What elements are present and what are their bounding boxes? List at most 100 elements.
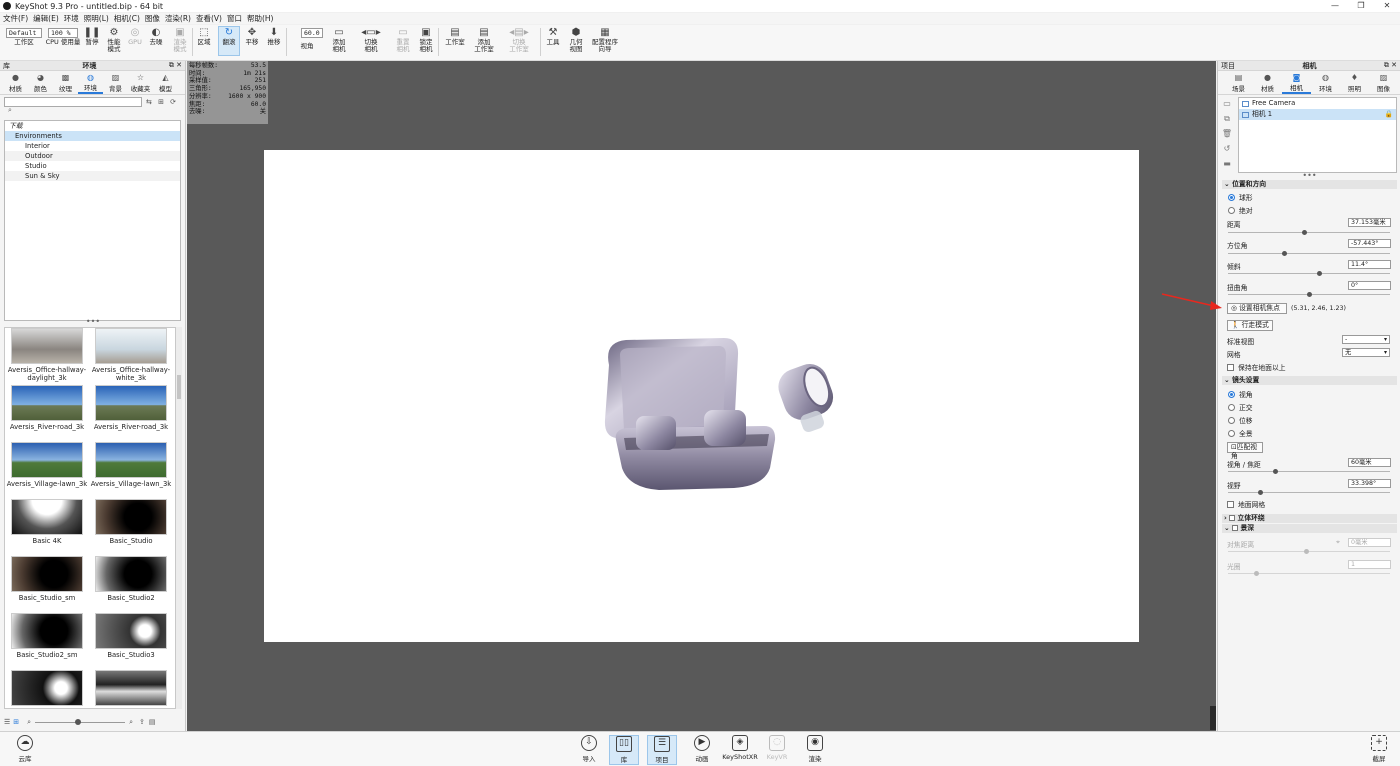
menu-camera[interactable]: 相机(C) [114, 13, 140, 24]
zoom-out-icon[interactable]: ⌕ [27, 718, 31, 727]
workspace-select[interactable]: Default [6, 28, 42, 38]
geometry-view-button[interactable]: ⬢ 几何 视图 [565, 27, 587, 53]
list-view-icon[interactable]: ☰ [4, 718, 10, 726]
focal-length-slider[interactable] [1228, 471, 1390, 472]
render-viewport[interactable]: 每秒帧数: 53.5 时间: 1m 21s 采样值: 251 三角形: 165,950 … [187, 61, 1216, 731]
pause-button[interactable]: ❚❚ 暂停 [81, 27, 103, 46]
restore-button[interactable]: ❐ [1348, 0, 1374, 12]
render-mode-button[interactable]: ▣ 渲染 模式 [169, 27, 191, 53]
menu-image[interactable]: 图像 [145, 13, 160, 24]
mode-spherical-radio[interactable]: 球形 [1228, 192, 1253, 202]
project-button[interactable]: ☰ 项目 [647, 735, 677, 765]
standard-view-dropdown[interactable]: - [1342, 335, 1390, 344]
lens-shift-radio[interactable]: 位移 [1228, 415, 1253, 425]
fov-button[interactable]: 视角 [296, 43, 318, 50]
thumbnail-size-slider[interactable] [35, 718, 126, 725]
grid-view-icon[interactable]: ⊞ [13, 718, 19, 726]
tab-camera[interactable]: ◙ 相机 [1282, 71, 1311, 94]
thumbnail-item[interactable]: Aversis_Office-hallway- white_3k [89, 328, 173, 382]
aperture-slider-knob[interactable] [1254, 571, 1259, 576]
section-position-orientation[interactable]: ⌄ 位置和方向 [1222, 180, 1397, 189]
aperture-slider[interactable] [1228, 573, 1390, 574]
switch-camera-button[interactable]: ◂▭▸ 切换 相机 [360, 27, 382, 53]
thumbnail-item[interactable]: Basic_Studio [89, 499, 173, 545]
reset-camera-button[interactable]: ▭ 重置 相机 [392, 27, 414, 53]
switch-studio-button[interactable]: ◂▤▸ 切换 工作室 [505, 27, 533, 53]
zoom-in-icon[interactable]: ⌕ [129, 718, 133, 727]
configurator-wizard-button[interactable]: ▦ 配置程序 向导 [590, 27, 620, 53]
focus-distance-field[interactable]: 0毫米 [1348, 538, 1391, 547]
focal-length-field[interactable]: 60毫米 [1348, 458, 1391, 467]
thumbnail-item[interactable]: Aversis_Village-lawn_3k [89, 442, 173, 488]
tree-item-environments[interactable]: Environments [5, 131, 180, 141]
pan-button[interactable]: ✥ 平移 [241, 27, 263, 46]
splitter-handle[interactable]: ••• [1218, 172, 1400, 180]
thumbnail-item[interactable]: Basic_Studio_sm [5, 556, 89, 602]
tools-button[interactable]: ⚒ 工具 [542, 27, 564, 46]
add-camera-button[interactable]: ▭ 添加 相机 [328, 27, 350, 53]
azimuth-slider[interactable] [1228, 253, 1390, 254]
section-lens-settings[interactable]: ⌄ 镜头设置 [1222, 376, 1397, 385]
walk-mode-button[interactable]: 🚶 行走模式 [1227, 320, 1273, 331]
render-button[interactable]: ◉ 渲染 [800, 735, 830, 763]
fov-field[interactable]: 60.0 [301, 28, 323, 38]
library-button[interactable]: ▯▯ 库 [609, 735, 639, 765]
thumbnail-item[interactable]: Aversis_River-road_3k [89, 385, 173, 431]
twist-field[interactable]: 0° [1348, 281, 1391, 290]
tree-item-studio[interactable]: Studio [5, 161, 180, 171]
focus-distance-slider-knob[interactable] [1304, 549, 1309, 554]
lens-orthographic-radio[interactable]: 正交 [1228, 402, 1253, 412]
grid-dropdown[interactable]: 无 [1342, 348, 1390, 357]
menu-lighting[interactable]: 照明(L) [84, 13, 109, 24]
cloud-upload-icon[interactable]: ⇪ [139, 718, 145, 726]
section-depth-of-field[interactable]: ⌄ 景深 [1222, 524, 1397, 533]
minimize-button[interactable]: — [1322, 0, 1348, 12]
lock-camera-button[interactable]: ▣ 锁定 相机 [415, 27, 437, 53]
menu-help[interactable]: 帮助(H) [247, 13, 274, 24]
performance-mode-button[interactable]: ⚙ 性能 模式 [103, 27, 125, 53]
thumbnail-item[interactable]: Aversis_River-road_3k [5, 385, 89, 431]
viewport-scroll-handle[interactable] [1210, 706, 1216, 730]
region-button[interactable]: ⬚ 区域 [193, 27, 215, 46]
animation-button[interactable]: ▶ 动画 [687, 735, 717, 763]
menu-edit[interactable]: 编辑(E) [33, 13, 59, 24]
tab-backplates[interactable]: ▨ 背景 [103, 71, 128, 94]
tree-item-downloads[interactable]: 下载 [5, 121, 180, 131]
field-of-view-slider-knob[interactable] [1258, 490, 1263, 495]
tab-favorites[interactable]: ☆ 收藏夹 [128, 71, 153, 94]
cloud-library-button[interactable]: ☁ 云库 [10, 735, 40, 763]
distance-slider-knob[interactable] [1302, 230, 1307, 235]
panel-window-controls[interactable]: ⧉ ✕ [169, 61, 182, 70]
thumbnail-item[interactable]: Aversis_Office-hallway- daylight_3k [5, 328, 89, 382]
tab-material[interactable]: ● 材质 [1253, 71, 1282, 94]
tab-environment[interactable]: ◍ 环境 [1311, 71, 1340, 94]
screenshot-button[interactable]: + 截屏 [1364, 735, 1394, 763]
tree-item-outdoor[interactable]: Outdoor [5, 151, 180, 161]
splitter-handle[interactable]: ••• [0, 318, 186, 326]
stereo-checkbox[interactable] [1229, 515, 1236, 521]
dolly-button[interactable]: ⬇ 推移 [263, 27, 285, 46]
save-camera-icon[interactable]: ▬ [1221, 159, 1233, 174]
zoom-select[interactable]: 100 % [48, 28, 78, 38]
slider-knob[interactable] [75, 718, 82, 725]
incline-field[interactable]: 11.4° [1348, 260, 1391, 269]
lock-icon[interactable]: 🔒 [1385, 109, 1393, 120]
thumbnail-item[interactable]: Basic 4K [5, 499, 89, 545]
lens-panoramic-radio[interactable]: 全景 [1228, 428, 1253, 438]
thumbnail-item[interactable]: Basic_Studio2 [89, 556, 173, 602]
set-camera-focus-button[interactable]: ◎ 设置相机焦点 [1227, 303, 1287, 314]
thumbnail-scrollbar[interactable] [176, 327, 182, 709]
dof-checkbox[interactable] [1232, 525, 1239, 531]
thumbnail-item[interactable]: Aversis_Village-lawn_3k [5, 442, 89, 488]
thumbnail-item[interactable]: Basic_Studio2_sm [5, 613, 89, 659]
library-action-icons[interactable]: ⇆ ⊞ ⟳ [146, 98, 178, 106]
twist-slider-knob[interactable] [1307, 292, 1312, 297]
focus-distance-slider[interactable] [1228, 551, 1390, 552]
earbuds-model-render[interactable] [264, 150, 1139, 642]
incline-slider-knob[interactable] [1317, 271, 1322, 276]
thumbnail-item[interactable] [89, 670, 173, 708]
tab-scene[interactable]: ▤ 场景 [1224, 71, 1253, 94]
mode-absolute-radio[interactable]: 绝对 [1228, 205, 1253, 215]
focus-picker-icon[interactable]: ⌖ [1336, 538, 1340, 547]
thumbnail-item[interactable]: Basic_Studio3 [89, 613, 173, 659]
